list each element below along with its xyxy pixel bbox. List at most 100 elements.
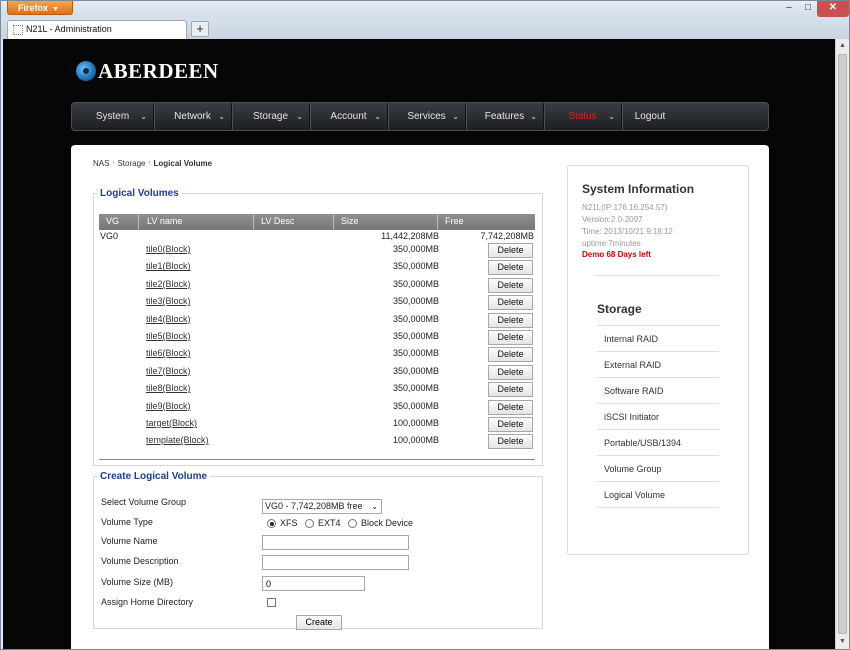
- chevron-down-icon: ⌄: [374, 112, 381, 121]
- vertical-scrollbar[interactable]: ▲ ▼: [835, 39, 849, 649]
- delete-button[interactable]: Delete: [488, 434, 533, 450]
- chevron-down-icon: ▼: [52, 6, 59, 13]
- firefox-menu-button[interactable]: Firefox ▼: [7, 1, 73, 15]
- chevron-down-icon: ⌄: [530, 112, 537, 121]
- lv-size: 100,000MB: [392, 417, 439, 428]
- assign-home-checkbox[interactable]: [267, 598, 276, 607]
- lv-link[interactable]: tile0(Block): [146, 244, 191, 254]
- lv-link[interactable]: tile5(Block): [146, 331, 191, 341]
- delete-button[interactable]: Delete: [488, 329, 533, 345]
- table-row: tile6(Block) 350,000MB Delete: [99, 346, 535, 363]
- create-button[interactable]: Create: [296, 615, 342, 630]
- sidebar-item-volume-group[interactable]: Volume Group: [597, 455, 719, 481]
- sidebar-item-external-raid[interactable]: External RAID: [597, 351, 719, 377]
- delete-button[interactable]: Delete: [488, 399, 533, 415]
- sidebar-item-software-raid[interactable]: Software RAID: [597, 377, 719, 403]
- nav-label: System: [95, 111, 130, 122]
- table-row: tile0(Block) 350,000MB Delete: [99, 242, 535, 259]
- lv-link[interactable]: tile6(Block): [146, 348, 191, 358]
- page-viewport: ABERDEEN System ⌄ Network ⌄ Storage ⌄ Accou…: [3, 39, 835, 649]
- lv-link[interactable]: tile7(Block): [146, 366, 191, 376]
- nav-network[interactable]: Network ⌄: [154, 103, 232, 130]
- column-header: Free: [445, 216, 464, 226]
- delete-button[interactable]: Delete: [488, 416, 533, 432]
- block-device-radio[interactable]: [348, 519, 357, 528]
- lv-link[interactable]: template(Block): [146, 435, 209, 445]
- delete-button[interactable]: Delete: [488, 382, 533, 398]
- xfs-radio[interactable]: [267, 519, 276, 528]
- breadcrumb-storage[interactable]: Storage: [117, 159, 145, 168]
- nav-label: Storage: [252, 111, 289, 122]
- vg-row: VG0 11,442,208MB 7,742,208MB: [99, 230, 535, 242]
- volume-description-input[interactable]: [262, 555, 409, 570]
- table-row: tile7(Block) 350,000MB Delete: [99, 364, 535, 381]
- sidebar-item-logical-volume[interactable]: Logical Volume: [597, 481, 719, 508]
- scroll-up-icon[interactable]: ▲: [836, 39, 849, 53]
- chevron-down-icon: ⌄: [140, 112, 147, 121]
- nav-status[interactable]: Status ⌄: [544, 103, 622, 130]
- delete-button[interactable]: Delete: [488, 295, 533, 311]
- sidebar-item-portable-usb[interactable]: Portable/USB/1394: [597, 429, 719, 455]
- maximize-button[interactable]: □: [799, 1, 817, 17]
- delete-button[interactable]: Delete: [488, 260, 533, 276]
- chevron-down-icon: ⌄: [218, 112, 225, 121]
- sidebar-item-internal-raid[interactable]: Internal RAID: [597, 325, 719, 351]
- nav-services[interactable]: Services ⌄: [388, 103, 466, 130]
- breadcrumb: NAS › Storage › Logical Volume: [93, 159, 212, 168]
- vg-free: 7,742,208MB: [480, 231, 534, 241]
- table-row: tile9(Block) 350,000MB Delete: [99, 399, 535, 416]
- column-header: Size: [341, 216, 359, 226]
- lv-link[interactable]: tile1(Block): [146, 261, 191, 271]
- volume-size-label: Volume Size (MB): [101, 577, 174, 587]
- lv-size: 100,000MB: [392, 435, 439, 446]
- delete-button[interactable]: Delete: [488, 347, 533, 363]
- section-title: Create Logical Volume: [100, 471, 208, 482]
- host-info: N21L(IP:176.16.254.57): [582, 203, 668, 212]
- close-window-button[interactable]: ✕: [817, 1, 849, 17]
- delete-button[interactable]: Delete: [488, 243, 533, 258]
- breadcrumb-current: Logical Volume: [153, 159, 213, 168]
- delete-button[interactable]: Delete: [488, 312, 533, 328]
- column-header: LV Desc: [261, 216, 295, 226]
- lv-link[interactable]: target(Block): [146, 418, 197, 428]
- ext4-radio[interactable]: [305, 519, 314, 528]
- scrollbar-thumb[interactable]: [838, 54, 847, 634]
- chevron-down-icon: ⌄: [296, 112, 303, 121]
- lv-link[interactable]: tile4(Block): [146, 314, 191, 324]
- nav-storage[interactable]: Storage ⌄: [232, 103, 310, 130]
- volume-size-input[interactable]: [262, 576, 365, 591]
- table-row: tile8(Block) 350,000MB Delete: [99, 381, 535, 398]
- delete-button[interactable]: Delete: [488, 364, 533, 380]
- nav-label: Network: [174, 111, 211, 122]
- volume-group-select[interactable]: VG0 - 7,742,208MB free ⌄: [262, 499, 382, 514]
- chevron-down-icon: ⌄: [452, 112, 459, 121]
- column-header: LV name: [147, 216, 183, 226]
- vg-name: VG0: [100, 231, 119, 241]
- lv-link[interactable]: tile9(Block): [146, 401, 191, 411]
- nav-account[interactable]: Account ⌄: [310, 103, 388, 130]
- delete-button[interactable]: Delete: [488, 277, 533, 293]
- lv-size: 350,000MB: [392, 383, 439, 394]
- new-tab-button[interactable]: +: [191, 21, 209, 37]
- nav-logout[interactable]: Logout: [622, 103, 678, 130]
- lv-size: 350,000MB: [392, 330, 439, 341]
- firefox-menu-label: Firefox: [18, 3, 49, 13]
- nav-system[interactable]: System ⌄: [72, 103, 154, 130]
- logical-volumes-table: VG LV name LV Desc Size Free VG0 11,442,…: [99, 214, 535, 451]
- chevron-down-icon: ⌄: [608, 112, 615, 121]
- section-title: Logical Volumes: [100, 188, 179, 199]
- table-row: target(Block) 100,000MB Delete: [99, 416, 535, 433]
- lv-link[interactable]: tile2(Block): [146, 279, 191, 289]
- browser-tab[interactable]: N21L - Administration: [7, 20, 187, 39]
- nav-features[interactable]: Features ⌄: [466, 103, 544, 130]
- browser-window: Firefox ▼ – □ ✕ N21L - Administration + A…: [0, 0, 850, 650]
- sidebar-item-iscsi-initiator[interactable]: iSCSI Initiator: [597, 403, 719, 429]
- lv-link[interactable]: tile8(Block): [146, 383, 191, 393]
- volume-name-input[interactable]: [262, 535, 409, 550]
- volume-type-label: Volume Type: [101, 517, 153, 527]
- minimize-button[interactable]: –: [779, 1, 799, 17]
- lv-link[interactable]: tile3(Block): [146, 296, 191, 306]
- breadcrumb-nas[interactable]: NAS: [93, 159, 109, 168]
- scroll-down-icon[interactable]: ▼: [836, 635, 849, 649]
- volume-name-label: Volume Name: [101, 536, 158, 546]
